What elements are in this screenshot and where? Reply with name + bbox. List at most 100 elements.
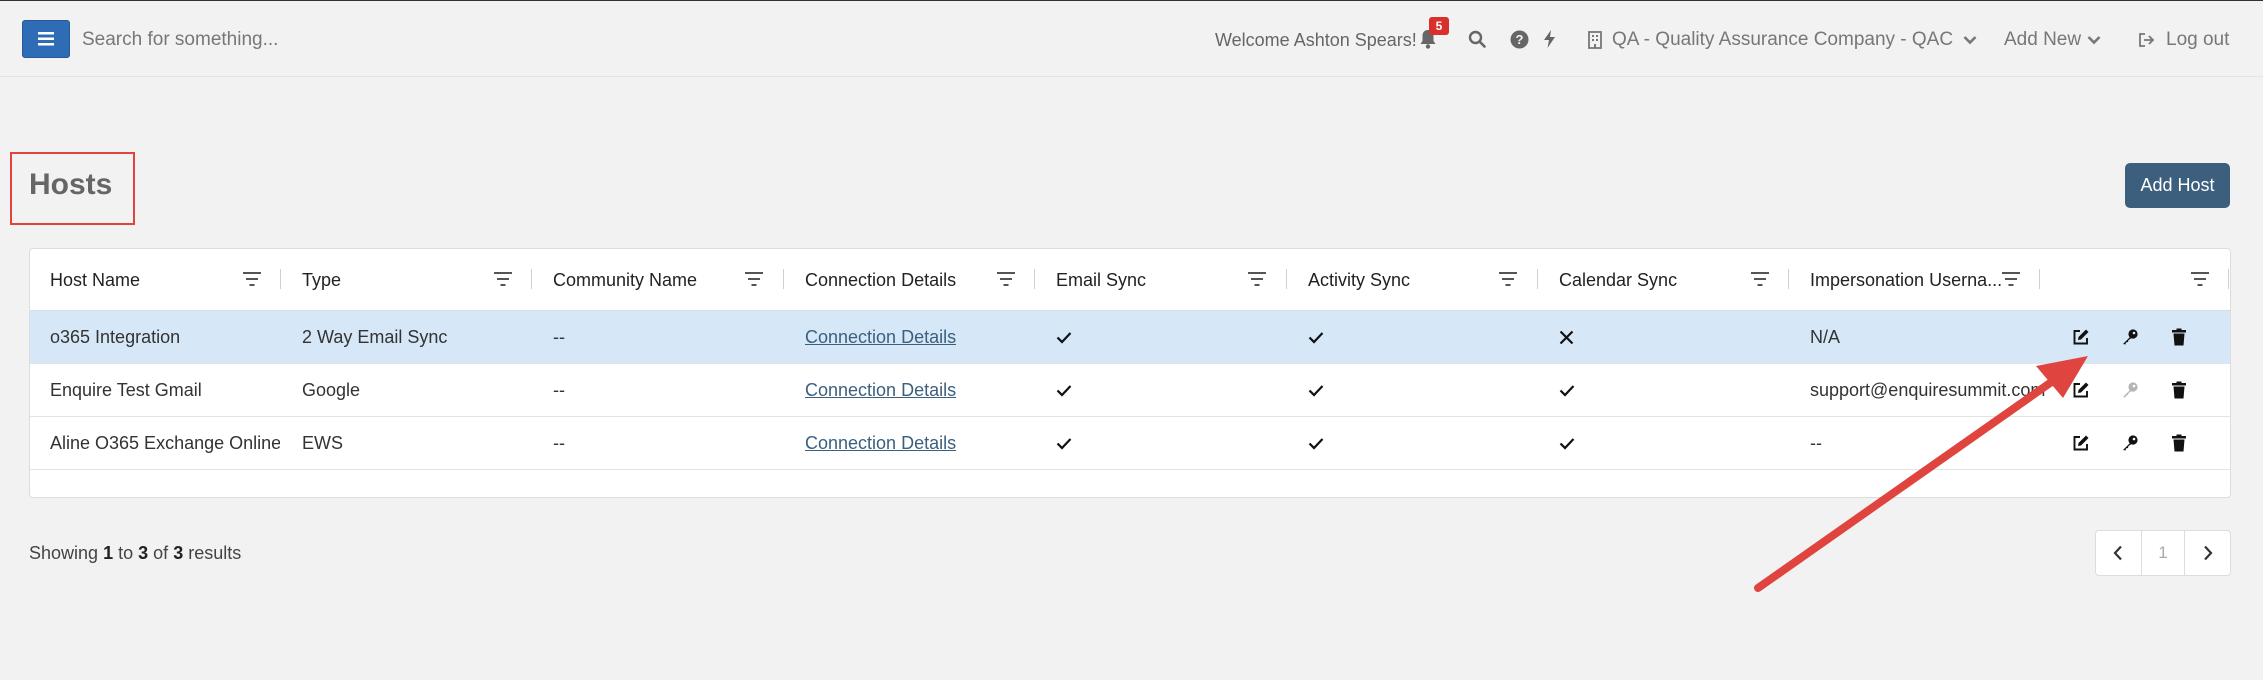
check-icon — [1056, 331, 1072, 344]
results-of-label: of — [153, 543, 169, 563]
column-header-community-name[interactable]: Community Name — [553, 249, 743, 311]
results-to-label: to — [118, 543, 134, 563]
edit-button[interactable] — [2070, 326, 2092, 348]
edit-icon — [2073, 382, 2089, 398]
community-name-cell: -- — [553, 326, 565, 347]
impersonation-username-cell: -- — [1810, 432, 1822, 453]
delete-button[interactable] — [2168, 326, 2190, 348]
impersonation-username-cell: N/A — [1810, 326, 1841, 347]
filter-icon[interactable] — [1247, 270, 1267, 288]
help-icon: ? — [1510, 30, 1528, 48]
notification-count-badge: 5 — [1429, 17, 1449, 35]
host-name-cell: o365 Integration — [50, 326, 181, 347]
add-new-dropdown[interactable]: Add New — [2004, 27, 2101, 53]
connection-details-link[interactable]: Connection Details — [805, 417, 1033, 469]
column-divider[interactable] — [2228, 269, 2229, 289]
check-icon — [1308, 437, 1324, 450]
connection-details-link[interactable]: Connection Details — [805, 311, 1033, 363]
column-divider[interactable] — [1537, 269, 1538, 289]
key-icon — [2123, 435, 2138, 451]
help-button[interactable]: ? — [1509, 29, 1529, 49]
column-divider[interactable] — [280, 269, 281, 289]
pagination: 1 — [2095, 530, 2231, 576]
next-page-button[interactable] — [2185, 531, 2230, 575]
building-icon — [1588, 31, 1602, 49]
chevron-down-icon — [2087, 36, 2101, 45]
filter-icon[interactable] — [493, 270, 513, 288]
x-icon — [1559, 330, 1574, 344]
top-bar: Welcome Ashton Spears! 5 ? QA - Qual — [0, 0, 2263, 77]
menu-toggle-button[interactable] — [22, 20, 70, 58]
company-name: QA - Quality Assurance Company - QAC — [1612, 29, 1954, 50]
trash-icon — [2172, 434, 2186, 452]
table-row[interactable]: Enquire Test Gmail Google -- Connection … — [30, 364, 2230, 417]
check-icon — [1559, 384, 1575, 397]
results-summary: Showing 1 to 3 of 3 results — [29, 543, 241, 564]
credentials-key-button[interactable] — [2119, 432, 2141, 454]
results-label: results — [188, 543, 242, 563]
page-title: Hosts — [29, 168, 113, 201]
filter-icon[interactable] — [996, 270, 1016, 288]
delete-button[interactable] — [2168, 432, 2190, 454]
quick-actions-button[interactable] — [1541, 28, 1557, 50]
chevron-left-icon — [2113, 545, 2123, 561]
filter-icon[interactable] — [1750, 270, 1770, 288]
activity-sync-cell — [1308, 417, 1348, 469]
edit-button[interactable] — [2070, 379, 2092, 401]
edit-icon — [2073, 329, 2089, 345]
delete-button[interactable] — [2168, 379, 2190, 401]
column-header-impersonation-username[interactable]: Impersonation Userna... — [1810, 249, 2003, 311]
table-row[interactable]: Aline O365 Exchange Online S EWS -- Conn… — [30, 417, 2230, 470]
lightning-icon — [1543, 30, 1555, 48]
edit-button[interactable] — [2070, 432, 2092, 454]
column-divider[interactable] — [1034, 269, 1035, 289]
column-header-connection-details[interactable]: Connection Details — [805, 249, 995, 311]
column-header-type[interactable]: Type — [302, 249, 492, 311]
page-number[interactable]: 1 — [2140, 531, 2186, 575]
trash-icon — [2172, 381, 2186, 399]
chevron-right-icon — [2203, 545, 2213, 561]
chevron-down-icon — [1963, 36, 1977, 45]
previous-page-button[interactable] — [2096, 531, 2141, 575]
community-name-cell: -- — [553, 379, 565, 400]
filter-icon[interactable] — [242, 270, 262, 288]
results-to: 3 — [138, 543, 149, 563]
column-header-email-sync[interactable]: Email Sync — [1056, 249, 1246, 311]
svg-text:?: ? — [1515, 32, 1523, 47]
filter-icon[interactable] — [1498, 270, 1518, 288]
column-header-calendar-sync[interactable]: Calendar Sync — [1559, 249, 1749, 311]
search-input[interactable] — [82, 23, 642, 57]
impersonation-username-cell: support@enquiresummit.com — [1810, 379, 2046, 400]
column-divider[interactable] — [1286, 269, 1287, 289]
calendar-sync-cell — [1559, 364, 1599, 416]
credentials-key-button[interactable] — [2119, 326, 2141, 348]
results-showing-label: Showing — [29, 543, 99, 563]
logout-icon — [2139, 33, 2155, 47]
welcome-message: Welcome Ashton Spears! — [1215, 30, 1417, 50]
connection-details-link[interactable]: Connection Details — [805, 364, 1033, 416]
table-row[interactable]: o365 Integration 2 Way Email Sync -- Con… — [30, 311, 2230, 364]
email-sync-cell — [1056, 364, 1096, 416]
check-icon — [1559, 437, 1575, 450]
email-sync-cell — [1056, 311, 1096, 363]
company-switcher[interactable]: QA - Quality Assurance Company - QAC — [1588, 27, 1977, 53]
hamburger-icon — [38, 32, 54, 46]
key-icon — [2123, 329, 2138, 345]
column-divider[interactable] — [783, 269, 784, 289]
check-icon — [1308, 331, 1324, 344]
global-search-button[interactable] — [1467, 29, 1487, 49]
filter-icon[interactable] — [2190, 270, 2210, 288]
column-divider[interactable] — [2039, 269, 2040, 289]
email-sync-cell — [1056, 417, 1096, 469]
host-name-cell: Enquire Test Gmail — [50, 379, 202, 400]
column-header-host-name[interactable]: Host Name — [50, 249, 240, 311]
type-cell: EWS — [302, 432, 344, 453]
column-divider[interactable] — [1788, 269, 1789, 289]
type-cell: 2 Way Email Sync — [302, 326, 448, 347]
filter-icon[interactable] — [2001, 270, 2021, 288]
add-host-button[interactable]: Add Host — [2125, 163, 2230, 208]
column-divider[interactable] — [531, 269, 532, 289]
filter-icon[interactable] — [744, 270, 764, 288]
column-header-activity-sync[interactable]: Activity Sync — [1308, 249, 1498, 311]
logout-link[interactable]: Log out — [2138, 27, 2229, 53]
